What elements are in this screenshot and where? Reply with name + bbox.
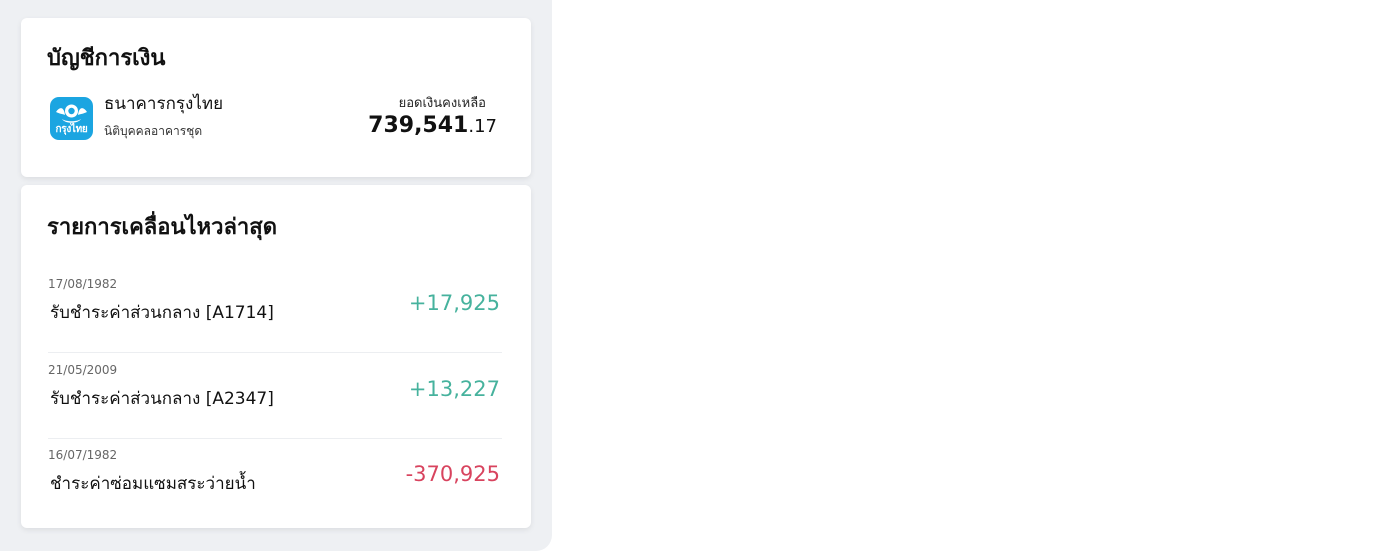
transaction-description: รับชำระค่าส่วนกลาง [A1714] bbox=[50, 303, 274, 323]
transaction-date: 16/07/1982 bbox=[48, 448, 118, 462]
transaction-row[interactable]: 21/05/2009 รับชำระค่าส่วนกลาง [A2347] +1… bbox=[48, 363, 502, 439]
transaction-row[interactable]: 16/07/1982 ชำระค่าซ่อมแซมสระว่ายน้ำ -370… bbox=[48, 448, 502, 524]
transaction-amount: +17,925 bbox=[408, 291, 500, 315]
transaction-amount: +13,227 bbox=[408, 377, 500, 401]
bank-name: ธนาคารกรุงไทย bbox=[104, 94, 224, 114]
balance-amount: 739,541.17 bbox=[368, 113, 497, 138]
transaction-description: ชำระค่าซ่อมแซมสระว่ายน้ำ bbox=[50, 474, 256, 494]
transaction-date: 17/08/1982 bbox=[48, 277, 118, 291]
account-card: บัญชีการเงิน กรุงไทย ธนาคารกรุงไทย นิติบ… bbox=[21, 18, 531, 177]
transactions-card-title: รายการเคลื่อนไหวล่าสุด bbox=[47, 215, 277, 240]
dashboard-panel: บัญชีการเงิน กรุงไทย ธนาคารกรุงไทย นิติบ… bbox=[0, 0, 552, 551]
transaction-description: รับชำระค่าส่วนกลาง [A2347] bbox=[50, 389, 274, 409]
krungthai-bank-logo-icon: กรุงไทย bbox=[50, 97, 93, 140]
transactions-card: รายการเคลื่อนไหวล่าสุด 17/08/1982 รับชำร… bbox=[21, 185, 531, 528]
balance-integer: 739,541 bbox=[368, 113, 469, 138]
account-card-title: บัญชีการเงิน bbox=[47, 46, 166, 71]
balance-decimal: .17 bbox=[468, 116, 497, 137]
balance-label: ยอดเงินคงเหลือ bbox=[398, 96, 486, 111]
transaction-amount: -370,925 bbox=[405, 462, 500, 486]
account-holder: นิติบุคคลอาคารชุด bbox=[104, 124, 203, 138]
bank-logo-text: กรุงไทย bbox=[55, 124, 88, 135]
transaction-date: 21/05/2009 bbox=[48, 363, 118, 377]
transaction-row[interactable]: 17/08/1982 รับชำระค่าส่วนกลาง [A1714] +1… bbox=[48, 277, 502, 353]
